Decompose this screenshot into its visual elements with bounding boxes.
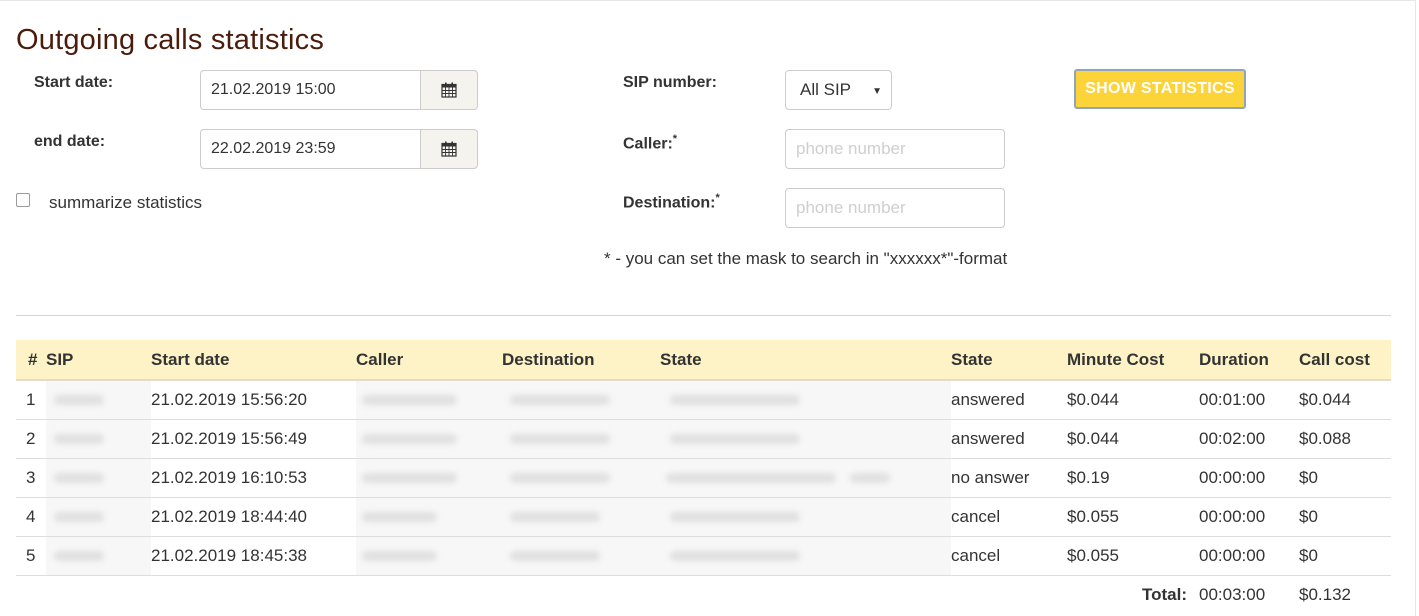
sip-select-value: All SIP [800,80,852,99]
cell-state-detail-redacted [660,497,951,537]
table-row: 1 21.02.2019 15:56:20 answered $0.044 00… [16,380,1391,420]
cell-caller-redacted [356,536,502,576]
cell-state-detail-redacted [660,380,951,420]
col-header-sip: SIP [46,340,151,381]
end-date-input[interactable]: 22.02.2019 23:59 [200,129,420,169]
cell-sip-redacted [46,380,151,420]
cell-num: 3 [16,458,46,498]
col-header-call-cost: Call cost [1299,340,1391,381]
col-header-caller: Caller [356,340,502,381]
cell-start-date: 21.02.2019 18:44:40 [151,497,356,537]
start-date-label: Start date: [34,74,114,91]
end-date-label: end date: [34,133,106,150]
end-date-group: 22.02.2019 23:59 [200,129,478,169]
destination-asterisk: * [715,192,720,204]
cell-duration: 00:00:00 [1199,536,1299,576]
table-row: 3 21.02.2019 16:10:53 no answer $0.19 00… [16,458,1391,498]
col-header-duration: Duration [1199,340,1299,381]
cell-start-date: 21.02.2019 16:10:53 [151,458,356,498]
cell-sip-redacted [46,536,151,576]
table-row: 4 21.02.2019 18:44:40 cancel $0.055 00:0… [16,497,1391,537]
cell-num: 2 [16,419,46,459]
cell-start-date: 21.02.2019 15:56:49 [151,419,356,459]
cell-duration: 00:00:00 [1199,497,1299,537]
cell-start-date: 21.02.2019 18:45:38 [151,536,356,576]
cell-destination-redacted [502,497,660,537]
start-date-group: 21.02.2019 15:00 [200,70,478,110]
cell-duration: 00:02:00 [1199,419,1299,459]
sip-select[interactable]: All SIP ▼ [785,70,892,110]
cell-num: 5 [16,536,46,576]
cell-caller-redacted [356,419,502,459]
calendar-icon [441,82,457,98]
cell-state: cancel [951,497,1067,537]
cell-call-cost: $0.088 [1299,419,1391,459]
table-header-row: # SIP Start date Caller Destination Stat… [16,340,1391,381]
cell-sip-redacted [46,458,151,498]
col-header-state-detail: State [660,340,951,381]
show-statistics-button[interactable]: SHOW STATISTICS [1074,69,1246,109]
cell-sip-redacted [46,419,151,459]
start-date-calendar-button[interactable] [420,70,478,110]
summarize-label[interactable]: summarize statistics [49,193,202,213]
total-cost: $0.132 [1299,584,1351,604]
col-header-start-date: Start date [151,340,356,381]
cell-minute-cost: $0.044 [1067,380,1199,420]
col-header-destination: Destination [502,340,660,381]
cell-call-cost: $0 [1299,497,1391,537]
cell-state: answered [951,380,1067,420]
col-header-state: State [951,340,1067,381]
cell-caller-redacted [356,380,502,420]
caller-input[interactable]: phone number [785,129,1005,169]
triangle-down-icon: ▼ [872,86,882,97]
caller-asterisk: * [672,133,678,145]
col-header-num: # [16,340,46,381]
cell-state-detail-redacted [660,458,951,498]
cell-state-detail-redacted [660,419,951,459]
cell-duration: 00:01:00 [1199,380,1299,420]
cell-state: answered [951,419,1067,459]
caller-label: Caller:* [623,133,678,153]
cell-minute-cost: $0.044 [1067,419,1199,459]
summarize-checkbox[interactable] [16,193,30,207]
page-title: Outgoing calls statistics [16,24,325,56]
cell-destination-redacted [502,380,660,420]
total-row: Total: 00:03:00 $0.132 [16,575,1391,614]
sip-number-label: SIP number: [623,74,717,91]
total-label: Total: [1141,584,1187,604]
table-row: 2 21.02.2019 15:56:49 answered $0.044 00… [16,419,1391,459]
cell-duration: 00:00:00 [1199,458,1299,498]
destination-label: Destination:* [623,192,720,212]
cell-num: 1 [16,380,46,420]
cell-minute-cost: $0.19 [1067,458,1199,498]
cell-destination-redacted [502,536,660,576]
cell-sip-redacted [46,497,151,537]
destination-input[interactable]: phone number [785,188,1005,228]
calendar-icon [441,141,457,157]
cell-start-date: 21.02.2019 15:56:20 [151,380,356,420]
mask-hint: * - you can set the mask to search in "x… [604,249,1008,268]
cell-call-cost: $0 [1299,536,1391,576]
cell-minute-cost: $0.055 [1067,536,1199,576]
table-row: 5 21.02.2019 18:45:38 cancel $0.055 00:0… [16,536,1391,576]
cell-call-cost: $0 [1299,458,1391,498]
end-date-calendar-button[interactable] [420,129,478,169]
cell-state: cancel [951,536,1067,576]
total-duration: 00:03:00 [1199,584,1266,604]
cell-call-cost: $0.044 [1299,380,1391,420]
cell-num: 4 [16,497,46,537]
start-date-input[interactable]: 21.02.2019 15:00 [200,70,420,110]
calls-table: # SIP Start date Caller Destination Stat… [16,340,1391,614]
cell-caller-redacted [356,497,502,537]
cell-state-detail-redacted [660,536,951,576]
cell-destination-redacted [502,458,660,498]
cell-minute-cost: $0.055 [1067,497,1199,537]
divider [16,315,1391,316]
cell-state: no answer [951,458,1067,498]
cell-caller-redacted [356,458,502,498]
cell-destination-redacted [502,419,660,459]
col-header-minute-cost: Minute Cost [1067,340,1199,381]
